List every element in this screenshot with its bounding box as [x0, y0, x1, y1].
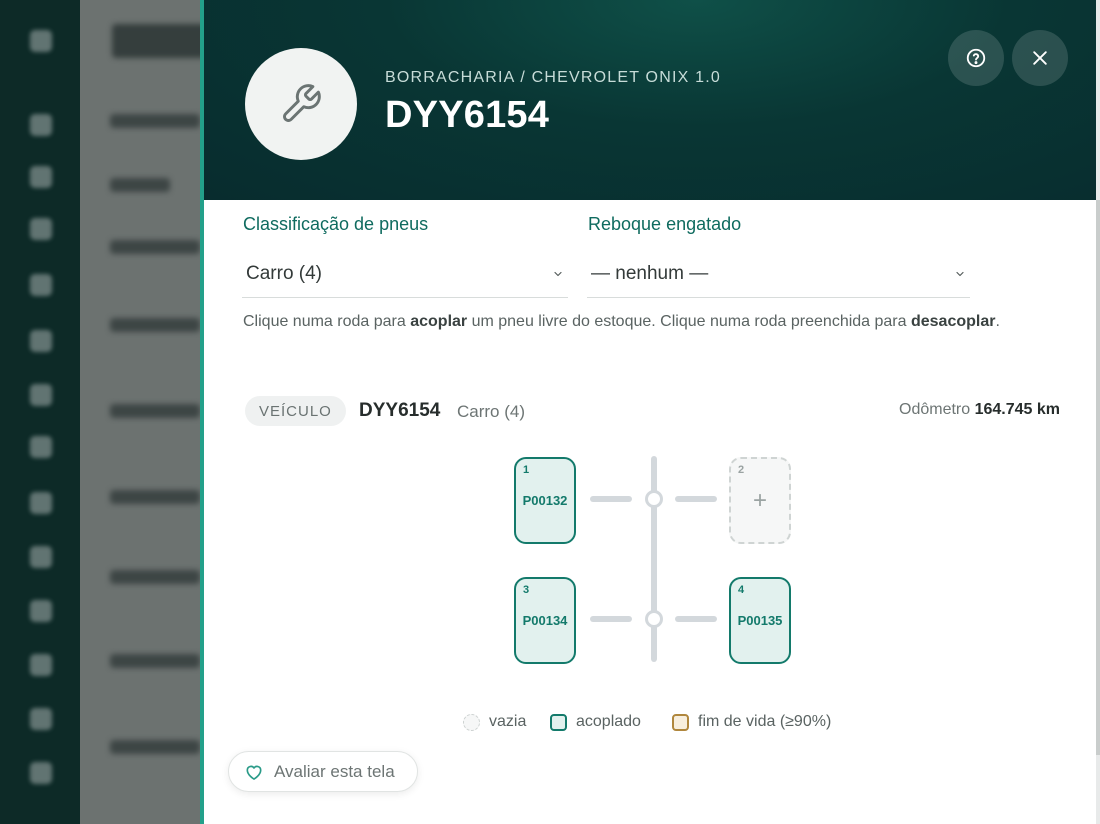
legend-swatch-empty: [463, 713, 480, 731]
legend-end-of-life: fim de vida (≥90%): [672, 713, 831, 731]
axle-arm: [590, 616, 632, 622]
vehicle-badge: VEÍCULO: [245, 396, 346, 426]
chevron-down-icon: [956, 271, 964, 276]
rate-screen-label: Avaliar esta tela: [274, 761, 395, 781]
classification-select[interactable]: Carro (4): [242, 250, 568, 298]
axle-arm: [590, 496, 632, 502]
trailer-label: Reboque engatado: [588, 214, 742, 234]
wheel-2[interactable]: 2 +: [729, 457, 791, 544]
wheel-3[interactable]: 3 P00134: [514, 577, 576, 664]
odometer: Odômetro 164.745 km: [899, 401, 1060, 418]
wheel-position: 3: [523, 584, 530, 596]
question-circle-icon: [966, 48, 986, 68]
wheel-position: 1: [523, 464, 530, 476]
close-button[interactable]: [1012, 30, 1068, 86]
wheel-position: 4: [738, 584, 745, 596]
axle-hub: [645, 490, 663, 508]
axle-arm: [675, 616, 717, 622]
wheel-4[interactable]: 4 P00135: [729, 577, 791, 664]
close-icon: [1033, 51, 1047, 65]
axle-hub: [645, 610, 663, 628]
legend-swatch-end-of-life: [672, 713, 689, 731]
help-button[interactable]: [948, 30, 1004, 86]
wheel-1[interactable]: 1 P00132: [514, 457, 576, 544]
rate-screen-button[interactable]: Avaliar esta tela: [228, 751, 418, 792]
tire-code: P00134: [522, 613, 568, 628]
background-sidebar: [0, 0, 80, 824]
heart-icon: [246, 765, 262, 780]
legend-attached: acoplado: [550, 713, 641, 731]
drawer-header: BORRACHARIA / CHEVROLET ONIX 1.0 DYY6154: [204, 0, 1100, 200]
scrollbar-thumb[interactable]: [1096, 200, 1100, 755]
tire-drawer: BORRACHARIA / CHEVROLET ONIX 1.0 DYY6154…: [200, 0, 1100, 824]
chevron-down-icon: [554, 271, 562, 276]
legend-swatch-attached: [550, 713, 567, 731]
axle-arm: [675, 496, 717, 502]
wheel-position: 2: [738, 464, 745, 476]
background-page: [80, 0, 222, 824]
legend-empty: vazia: [463, 713, 526, 731]
instructions-text: Clique numa roda para acoplar um pneu li…: [243, 313, 1000, 330]
trailer-value: — nenhum —: [591, 262, 709, 284]
vehicle-plate: DYY6154: [359, 400, 441, 421]
page-title: DYY6154: [385, 94, 550, 136]
wrench-icon: [283, 84, 321, 122]
breadcrumb: BORRACHARIA / CHEVROLET ONIX 1.0: [385, 69, 721, 86]
avatar: [245, 48, 357, 160]
trailer-select[interactable]: — nenhum —: [587, 250, 970, 298]
classification-label: Classificação de pneus: [243, 214, 429, 234]
tire-code: P00132: [522, 493, 568, 508]
tire-code: P00135: [737, 613, 783, 628]
vehicle-classification: Carro (4): [457, 402, 526, 421]
classification-value: Carro (4): [246, 262, 323, 284]
chassis-axle: [651, 456, 657, 662]
plus-icon: +: [752, 487, 767, 514]
